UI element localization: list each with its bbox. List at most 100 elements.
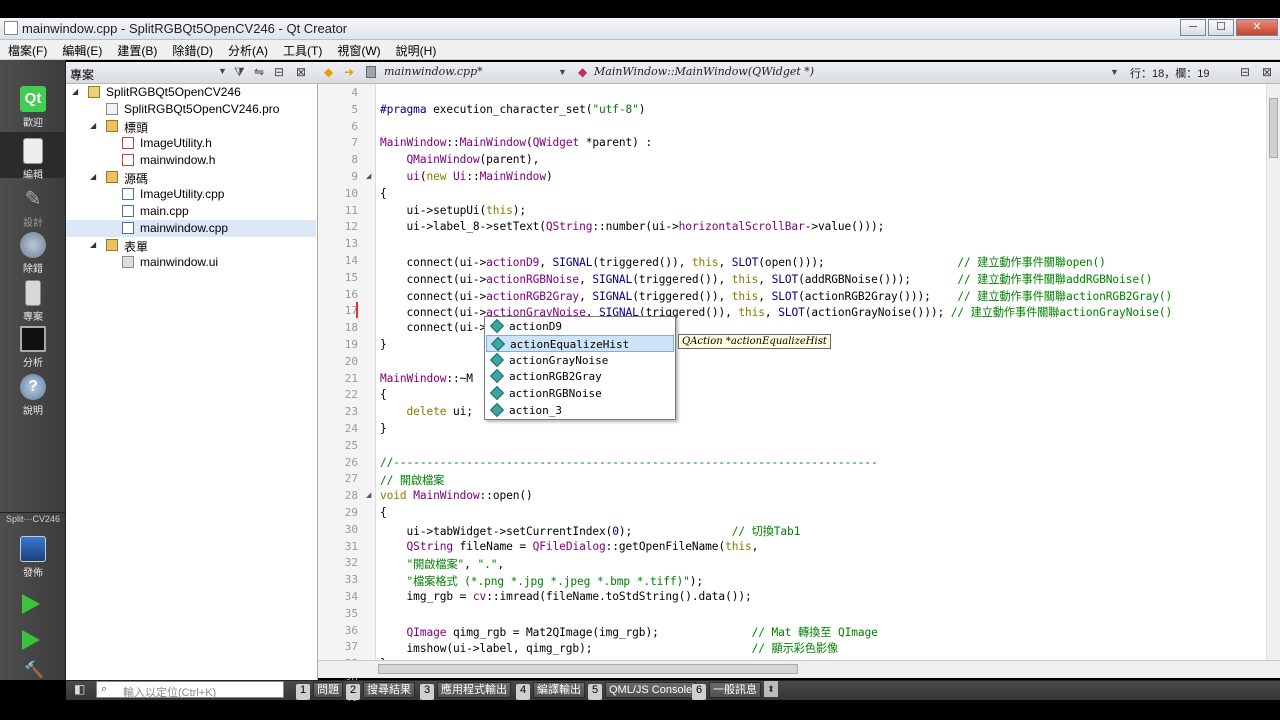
completion-item[interactable]: action_3 — [486, 402, 674, 419]
tree-item-project[interactable]: ◢ SplitRGBQt5OpenCV246 — [66, 84, 316, 101]
back-arrow-icon[interactable]: ◆ — [324, 65, 333, 79]
run-icon[interactable] — [22, 594, 40, 614]
symbol-combo[interactable]: MainWindow::MainWindow(QWidget *) — [594, 65, 814, 81]
code-line[interactable]: ui(new Ui::MainWindow) — [380, 170, 553, 183]
code-line[interactable]: MainWindow::MainWindow(QWidget *parent) … — [380, 136, 652, 149]
expand-arrow-icon[interactable]: ◢ — [90, 172, 96, 181]
menu-file[interactable]: 檔案(F) — [0, 40, 54, 59]
code-line[interactable]: void MainWindow::open() — [380, 489, 533, 502]
locator-input[interactable]: ⌕ 輸入以定位(Ctrl+K) — [96, 681, 284, 699]
scroll-thumb[interactable] — [1269, 98, 1278, 158]
folder-icon — [106, 171, 118, 183]
code-line[interactable]: // 開啟檔案 — [380, 472, 444, 488]
completion-item[interactable]: actionD9 — [486, 318, 674, 335]
code-line[interactable]: { — [380, 187, 387, 200]
code-line[interactable]: "檔案格式 (*.png *.jpg *.jpeg *.bmp *.tiff)"… — [380, 573, 704, 589]
output-tab[interactable]: 5 QML/JS Console — [588, 682, 697, 700]
close-panel-icon[interactable]: ⊠ — [296, 65, 306, 79]
code-line[interactable]: imshow(ui->label, qimg_rgb); // 顯示彩色影像 — [380, 640, 839, 656]
kit-selector[interactable]: 發佈 — [0, 536, 66, 579]
tree-item-imageutility-h[interactable]: ImageUtility.h — [66, 135, 316, 152]
chevron-down-icon[interactable]: ▼ — [1110, 67, 1119, 77]
code-line[interactable]: ui->tabWidget->setCurrentIndex(0); // 切換… — [380, 523, 801, 539]
code-line[interactable]: { — [380, 506, 387, 519]
mode-help[interactable]: ? 說明 — [0, 374, 66, 417]
fold-marker-icon[interactable]: ◢ — [366, 172, 371, 180]
tree-item-headers[interactable]: ◢ 標頭 — [66, 118, 316, 135]
menu-tools[interactable]: 工具(T) — [275, 40, 329, 59]
file-combo[interactable]: mainwindow.cpp* — [384, 65, 483, 81]
tree-item-mainwindow-ui[interactable]: mainwindow.ui — [66, 254, 316, 271]
output-tab[interactable]: 6 一般訊息 — [692, 682, 761, 700]
code-line[interactable]: connect(ui->actionRGBNoise, SIGNAL(trigg… — [380, 271, 1153, 287]
expand-arrow-icon[interactable]: ◢ — [72, 87, 78, 96]
code-line[interactable]: MainWindow::~M — [380, 372, 473, 385]
expand-arrow-icon[interactable]: ◢ — [90, 240, 96, 249]
link-editor-icon[interactable]: ⇋ — [254, 65, 264, 79]
completion-item[interactable]: actionGrayNoise — [486, 352, 674, 369]
split-icon[interactable]: ⊟ — [1240, 65, 1250, 79]
vertical-scrollbar[interactable] — [1266, 84, 1280, 660]
code-line[interactable]: ui->setupUi(this); — [380, 204, 527, 217]
code-line[interactable]: //--------------------------------------… — [380, 456, 878, 469]
code-line[interactable]: connect(ui->actionD9, SIGNAL(triggered()… — [380, 254, 1106, 270]
minimize-button[interactable]: ─ — [1180, 19, 1206, 36]
code-line[interactable]: QMainWindow(parent), — [380, 153, 540, 166]
more-tabs-icon[interactable]: ⬍ — [764, 681, 778, 697]
menu-window[interactable]: 視窗(W) — [329, 40, 387, 59]
toggle-sidebar-icon[interactable]: ◧ — [74, 682, 85, 696]
tree-item-forms[interactable]: ◢ 表單 — [66, 237, 316, 254]
completion-item[interactable]: actionEqualizeHist — [486, 334, 674, 352]
menu-edit[interactable]: 編輯(E) — [54, 40, 109, 59]
menu-help[interactable]: 說明(H) — [388, 40, 444, 59]
mode-edit[interactable]: 編輯 — [0, 132, 66, 181]
build-hammer-icon[interactable]: 🔨 — [24, 663, 44, 679]
output-tab[interactable]: 2 搜尋結果 — [346, 682, 415, 700]
horizontal-scrollbar[interactable] — [318, 660, 1280, 678]
menu-analyze[interactable]: 分析(A) — [220, 40, 275, 59]
mode-debug[interactable]: 除錯 — [0, 232, 66, 275]
code-line[interactable]: QString fileName = QFileDialog::getOpenF… — [380, 540, 759, 553]
completion-item[interactable]: actionRGB2Gray — [486, 368, 674, 385]
fold-marker-icon[interactable]: ◢ — [366, 491, 371, 499]
tree-item-mainwindow-h[interactable]: mainwindow.h — [66, 152, 316, 169]
output-tab[interactable]: 4 編譯輸出 — [516, 682, 585, 700]
tree-item-mainwindow-cpp[interactable]: mainwindow.cpp — [66, 220, 316, 237]
cursor-position[interactable]: 行：18，欄：19 — [1130, 65, 1209, 81]
tree-item-pro[interactable]: SplitRGBQt5OpenCV246.pro — [66, 101, 316, 118]
tree-item-sources[interactable]: ◢ 源碼 — [66, 169, 316, 186]
scroll-thumb[interactable] — [378, 664, 798, 674]
maximize-button[interactable]: ☐ — [1208, 19, 1234, 36]
code-line[interactable]: QImage qimg_rgb = Mat2QImage(img_rgb); /… — [380, 624, 878, 640]
completion-item[interactable]: actionRGBNoise — [486, 385, 674, 402]
tree-item-imageutility-cpp[interactable]: ImageUtility.cpp — [66, 186, 316, 203]
filter-icon[interactable]: ⧩ — [234, 65, 245, 80]
code-line[interactable]: } — [380, 338, 387, 351]
code-line[interactable]: img_rgb = cv::imread(fileName.toStdStrin… — [380, 590, 752, 603]
code-line[interactable]: ui->label_8->setText(QString::number(ui-… — [380, 220, 885, 233]
mode-welcome[interactable]: Qt 歡迎 — [0, 86, 66, 130]
debug-run-icon[interactable] — [22, 630, 40, 650]
expand-arrow-icon[interactable]: ◢ — [90, 121, 96, 130]
code-line[interactable]: delete ui; — [380, 405, 473, 418]
split-icon[interactable]: ⊟ — [274, 65, 284, 79]
view-dropdown-arrow-icon[interactable]: ▼ — [218, 66, 227, 76]
code-line[interactable]: #pragma execution_character_set("utf-8") — [380, 103, 646, 116]
mode-projects[interactable]: 專案 — [0, 280, 66, 323]
code-line[interactable]: } — [380, 422, 387, 435]
code-line[interactable]: { — [380, 388, 387, 401]
code-line[interactable]: connect(ui->actionRGB2Gray, SIGNAL(trigg… — [380, 288, 1173, 304]
menu-build[interactable]: 建置(B) — [109, 40, 164, 59]
menu-debug[interactable]: 除錯(D) — [164, 40, 220, 59]
forward-arrow-icon[interactable]: ➜ — [344, 65, 354, 79]
chevron-down-icon[interactable]: ▼ — [558, 67, 567, 77]
mode-design[interactable]: ✎ 設計 — [0, 186, 66, 229]
output-tab[interactable]: 1 問題 — [296, 682, 343, 700]
mode-analyze[interactable]: 分析 — [0, 326, 66, 369]
tree-item-main-cpp[interactable]: main.cpp — [66, 203, 316, 220]
lock-icon[interactable] — [366, 66, 376, 78]
close-doc-icon[interactable]: ⊠ — [1262, 65, 1272, 79]
close-button[interactable]: ✕ — [1236, 19, 1278, 36]
output-tab[interactable]: 3 應用程式輸出 — [420, 682, 511, 700]
code-line[interactable]: "開啟檔案", ".", — [380, 556, 505, 572]
